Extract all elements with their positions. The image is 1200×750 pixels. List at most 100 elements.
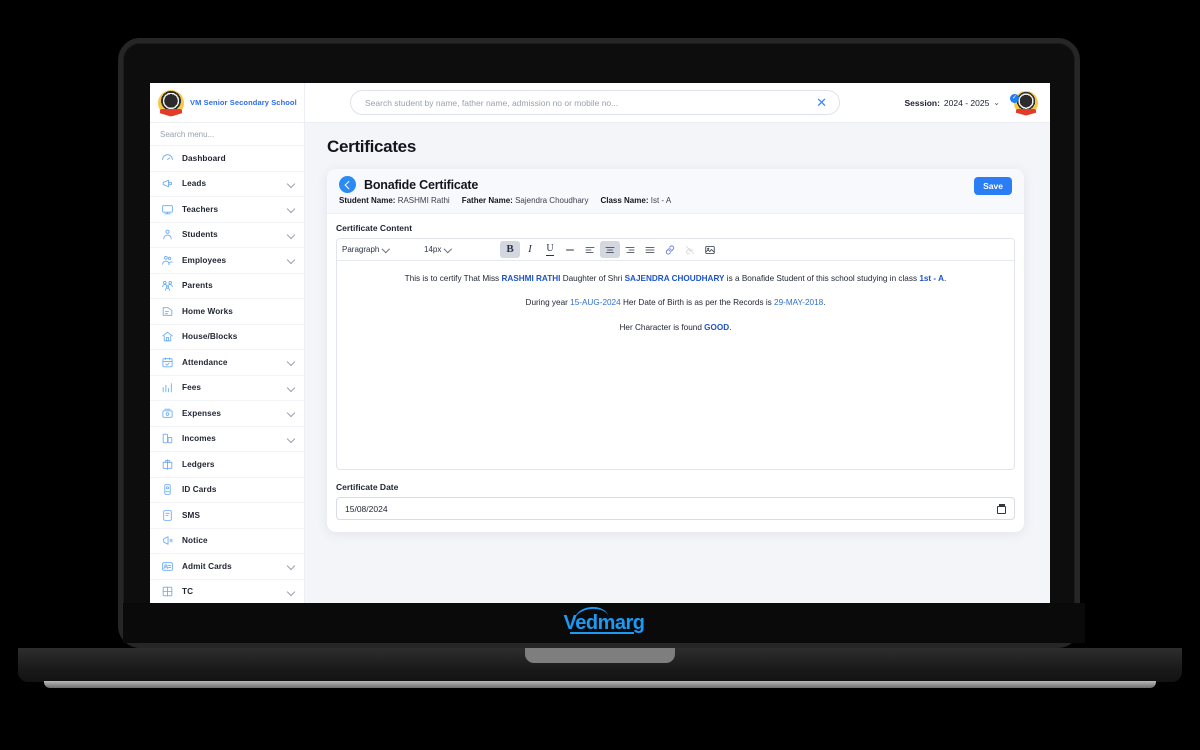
save-button[interactable]: Save — [974, 177, 1012, 195]
page-title: Certificates — [327, 137, 416, 156]
homework-icon — [160, 304, 174, 318]
brand-block[interactable]: VM Senior Secondary School — [150, 83, 305, 123]
father-name-highlight: SAJENDRA CHOUDHARY — [624, 274, 725, 283]
sidebar-item-label: Expenses — [182, 408, 222, 418]
block-format-select[interactable]: Paragraph — [342, 242, 424, 258]
chevron-down-icon[interactable] — [287, 205, 296, 214]
toolbar-button-group: BIU — [500, 241, 720, 258]
image-button[interactable] — [700, 241, 720, 258]
editor-content-area[interactable]: This is to certify That Miss RASHMI RATH… — [337, 261, 1014, 469]
unlink-button[interactable] — [680, 241, 700, 258]
year-highlight: 15-AUG-2024 — [570, 298, 621, 308]
chevron-down-icon — [445, 246, 453, 254]
global-search-wrap: ✕ — [305, 90, 904, 115]
calendar-icon[interactable] — [997, 503, 1006, 514]
avatar[interactable]: ✓ — [1010, 90, 1038, 115]
align-left-button[interactable] — [580, 241, 600, 258]
admit-card-icon — [160, 559, 174, 573]
block-format-value: Paragraph — [342, 245, 380, 254]
meta-value: Ist - A — [650, 196, 672, 205]
italic-button[interactable]: I — [520, 241, 540, 258]
sidebar-item-label: Admit Cards — [182, 561, 232, 571]
sidebar-item-house-blocks[interactable]: House/Blocks — [150, 325, 304, 350]
align-right-button[interactable] — [620, 241, 640, 258]
align-justify-button[interactable] — [640, 241, 660, 258]
chevron-down-icon[interactable] — [287, 587, 296, 596]
chevron-down-icon[interactable]: ⌄ — [993, 98, 1000, 107]
sidebar-item-leads[interactable]: Leads — [150, 172, 304, 197]
sidebar-item-label: Incomes — [182, 434, 216, 444]
sidebar-item-fees[interactable]: Fees — [150, 376, 304, 401]
chevron-down-icon[interactable] — [287, 434, 296, 443]
sidebar-item-teachers[interactable]: Teachers — [150, 197, 304, 223]
sidebar-item-tc[interactable]: TC — [150, 580, 304, 605]
megaphone-icon — [160, 177, 174, 191]
application-window: VM Senior Secondary School ✕ Session: 20… — [150, 83, 1050, 643]
sidebar-item-label: House/Blocks — [182, 332, 238, 342]
sidebar-item-home-works[interactable]: Home Works — [150, 299, 304, 325]
top-bar: VM Senior Secondary School ✕ Session: 20… — [150, 83, 1050, 123]
sidebar-item-notice[interactable]: Notice — [150, 529, 304, 554]
sms-icon — [160, 508, 174, 522]
chevron-down-icon[interactable] — [287, 179, 296, 188]
certificate-card: Bonafide Certificate Save Student Name: … — [327, 169, 1024, 532]
sidebar-item-label: Home Works — [182, 306, 233, 316]
menu-search-input[interactable]: Search menu... — [150, 123, 304, 146]
sidebar-item-dashboard[interactable]: Dashboard — [150, 146, 304, 172]
chevron-down-icon[interactable] — [287, 358, 296, 367]
certificate-date-label: Certificate Date — [336, 482, 399, 492]
calendar-check-icon — [160, 355, 174, 369]
sidebar-item-expenses[interactable]: Expenses — [150, 401, 304, 427]
certificate-date-value: 15/08/2024 — [345, 503, 388, 514]
sidebar-item-label: Students — [182, 230, 218, 240]
meta-value: RASHMI Rathi — [397, 196, 450, 205]
card-title-row: Bonafide Certificate — [339, 176, 1012, 193]
font-size-value: 14px — [424, 245, 442, 254]
sidebar-item-students[interactable]: Students — [150, 223, 304, 248]
card-body: Certificate Content Paragraph 14px B I U… — [327, 214, 1024, 532]
chevron-down-icon[interactable] — [287, 256, 296, 265]
card-title: Bonafide Certificate — [364, 177, 479, 192]
sidebar-item-employees[interactable]: Employees — [150, 248, 304, 274]
laptop-foot — [44, 681, 1156, 688]
sidebar-item-label: Employees — [182, 255, 227, 265]
close-icon[interactable]: ✕ — [814, 96, 829, 109]
global-search-box[interactable]: ✕ — [350, 90, 840, 115]
meta-class-name: Class Name: Ist - A — [600, 196, 671, 205]
sidebar-item-attendance[interactable]: Attendance — [150, 350, 304, 376]
strikethrough-button[interactable] — [560, 241, 580, 258]
meta-student-name: Student Name: RASHMI Rathi — [339, 196, 450, 205]
font-size-select[interactable]: 14px — [424, 242, 498, 258]
chevron-down-icon[interactable] — [287, 562, 296, 571]
sidebar-item-label: TC — [182, 587, 194, 597]
align-center-button[interactable] — [600, 241, 620, 258]
sidebar: Search menu... Dashboard Leads Teachers Stu… — [150, 123, 305, 643]
parents-icon — [160, 279, 174, 293]
bold-button[interactable]: B — [500, 241, 520, 258]
vedmarg-logo: Vedmarg — [564, 604, 645, 635]
chevron-down-icon[interactable] — [287, 383, 296, 392]
sidebar-item-id-cards[interactable]: ID Cards — [150, 478, 304, 503]
chevron-down-icon[interactable] — [287, 230, 296, 239]
sidebar-item-admit-cards[interactable]: Admit Cards — [150, 554, 304, 580]
sidebar-item-sms[interactable]: SMS — [150, 503, 304, 529]
laptop-screen: VM Senior Secondary School ✕ Session: 20… — [150, 83, 1050, 643]
sidebar-item-parents[interactable]: Parents — [150, 274, 304, 299]
search-input[interactable] — [365, 97, 815, 108]
text-fragment: . — [944, 274, 947, 283]
school-name: VM Senior Secondary School — [190, 97, 297, 107]
sidebar-item-label: SMS — [182, 510, 201, 520]
chevron-down-icon — [383, 246, 391, 254]
chevron-left-icon[interactable] — [339, 176, 356, 193]
link-button[interactable] — [660, 241, 680, 258]
sidebar-item-ledgers[interactable]: Ledgers — [150, 452, 304, 478]
notice-icon — [160, 534, 174, 548]
text-fragment: is a Bonafide Student of this school stu… — [724, 274, 920, 283]
session-value: 2024 - 2025 — [943, 97, 990, 108]
chevron-down-icon[interactable] — [287, 409, 296, 418]
certificate-date-input[interactable]: 15/08/2024 — [336, 497, 1015, 520]
underline-button[interactable]: U — [540, 241, 560, 258]
session-selector[interactable]: Session: 2024 - 2025 ⌄ — [904, 98, 1000, 108]
sidebar-item-incomes[interactable]: Incomes — [150, 427, 304, 452]
laptop-notch — [525, 648, 675, 663]
